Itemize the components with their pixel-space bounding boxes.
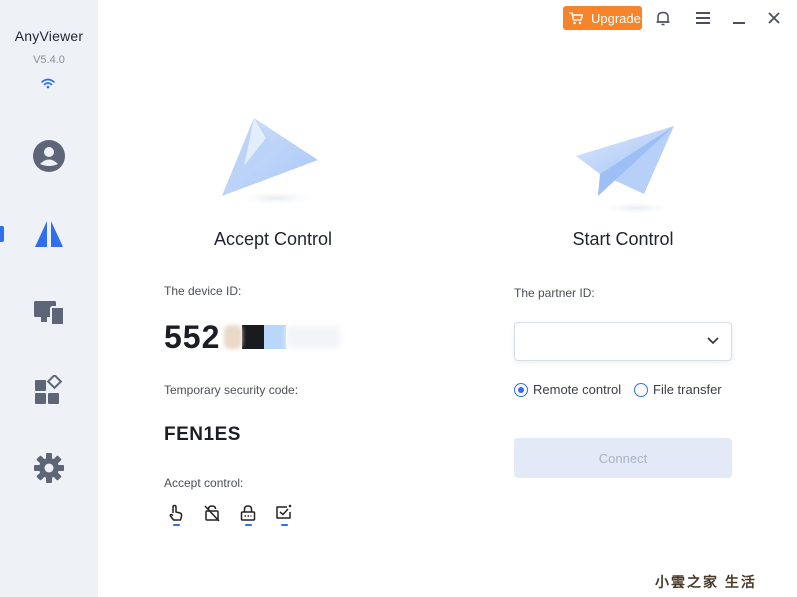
lock-icon bbox=[240, 505, 256, 521]
toggle-on-indicator bbox=[244, 524, 252, 526]
device-id-label: The device ID: bbox=[164, 284, 242, 298]
toggle-on-indicator bbox=[280, 524, 288, 526]
notification-button[interactable] bbox=[653, 8, 673, 28]
tools-icon bbox=[35, 375, 63, 404]
screen-control-toggle[interactable] bbox=[274, 504, 294, 528]
file-transfer-radio[interactable]: File transfer bbox=[634, 382, 722, 397]
redaction-mask bbox=[224, 325, 243, 349]
partner-id-input[interactable] bbox=[514, 322, 732, 361]
keyboard-control-toggle[interactable] bbox=[202, 504, 222, 528]
remote-control-radio[interactable]: Remote control bbox=[514, 382, 621, 397]
sidebar-item-remote[interactable] bbox=[0, 209, 98, 259]
sidebar-item-account[interactable] bbox=[0, 131, 98, 181]
partner-id-label: The partner ID: bbox=[514, 286, 595, 300]
watermark: 小雲之家 生活 bbox=[655, 574, 757, 590]
bell-icon bbox=[656, 11, 670, 26]
devices-icon bbox=[34, 301, 65, 326]
cart-icon bbox=[569, 11, 583, 24]
minimize-icon bbox=[733, 22, 745, 24]
redaction-mask bbox=[264, 325, 287, 349]
start-control-title: Start Control bbox=[572, 229, 674, 249]
minimize-button[interactable] bbox=[729, 8, 749, 28]
device-id[interactable]: 552 bbox=[164, 318, 341, 356]
close-icon bbox=[768, 12, 780, 24]
sidebar-item-settings[interactable] bbox=[0, 443, 98, 493]
menu-button[interactable] bbox=[693, 8, 713, 28]
menu-icon bbox=[696, 12, 710, 24]
redaction-mask bbox=[286, 326, 341, 348]
security-code-value[interactable]: FEN1ES bbox=[164, 424, 241, 446]
pointer-hand-icon bbox=[169, 504, 183, 521]
toggle-on-indicator bbox=[172, 524, 180, 526]
remote-control-icon bbox=[35, 221, 63, 247]
accept-control-label: Accept control: bbox=[164, 476, 244, 490]
app-version: V5.4.0 bbox=[33, 54, 65, 66]
wifi-icon bbox=[41, 78, 55, 89]
app-name: AnyViewer bbox=[14, 28, 84, 44]
user-icon bbox=[33, 140, 65, 172]
mouse-control-toggle[interactable] bbox=[166, 504, 186, 528]
chevron-down-icon[interactable] bbox=[707, 337, 719, 345]
gear-icon bbox=[34, 453, 64, 483]
lock-screen-off-icon bbox=[204, 505, 220, 522]
sidebar: AnyViewer V5.4.0 bbox=[0, 0, 98, 597]
sidebar-item-devices[interactable] bbox=[0, 287, 98, 337]
paper-plane-illustration bbox=[222, 118, 320, 206]
security-code-label: Temporary security code: bbox=[164, 383, 299, 397]
paper-plane-illustration bbox=[576, 126, 678, 215]
upgrade-label: Upgrade bbox=[591, 10, 641, 26]
upgrade-button[interactable]: Upgrade bbox=[563, 6, 642, 30]
connect-button[interactable]: Connect bbox=[514, 438, 732, 478]
close-button[interactable] bbox=[764, 8, 784, 28]
lock-control-toggle[interactable] bbox=[238, 504, 258, 528]
file-transfer-label: File transfer bbox=[653, 382, 722, 397]
radio-unchecked bbox=[634, 382, 648, 397]
sidebar-item-tools[interactable] bbox=[0, 365, 98, 415]
redaction-mask bbox=[242, 325, 265, 349]
screen-check-icon bbox=[276, 504, 292, 519]
radio-checked bbox=[514, 382, 528, 397]
remote-control-label: Remote control bbox=[533, 382, 622, 397]
accept-control-title: Accept Control bbox=[213, 229, 333, 249]
device-id-value: 552 bbox=[164, 318, 221, 355]
